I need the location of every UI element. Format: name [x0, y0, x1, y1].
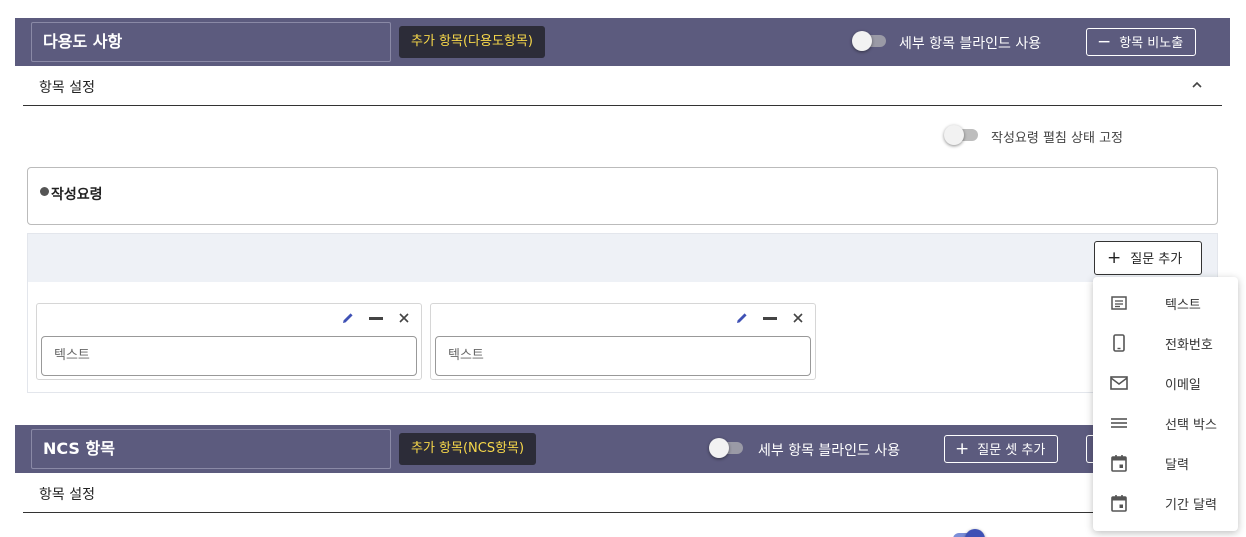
card-tools: [333, 309, 411, 329]
card-tools: [727, 309, 805, 329]
item-settings-label: 항목 설정: [39, 80, 95, 96]
section-tag-chip: 추가 항목(다용도항목): [399, 26, 545, 58]
calendar-icon: [1111, 455, 1127, 472]
item-settings-bar[interactable]: 항목 설정: [23, 473, 1222, 513]
list-icon: [1111, 418, 1127, 428]
menu-item-email[interactable]: 이메일: [1093, 363, 1238, 403]
writing-guide-title: 작성요령: [51, 187, 103, 203]
blind-toggle-label: 세부 항목 블라인드 사용: [899, 36, 1042, 52]
plus-icon: +: [955, 439, 970, 459]
guide-fix-label: 작성요령 펼침 상태 고정: [991, 131, 1123, 146]
menu-item-label: 선택 박스: [1165, 418, 1217, 433]
menu-item-period-calendar[interactable]: 기간 달력: [1093, 483, 1238, 523]
section-header-general: 다용도 사항 추가 항목(다용도항목) 세부 항목 블라인드 사용 − 항목 비노…: [15, 18, 1230, 66]
hide-item-button[interactable]: − 항목 비노출: [1086, 28, 1197, 56]
menu-item-select-box[interactable]: 선택 박스: [1093, 403, 1238, 443]
menu-item-label: 이메일: [1165, 378, 1201, 393]
question-card: 텍스트: [430, 303, 816, 380]
guide-fix-toggle[interactable]: [944, 125, 980, 145]
plus-icon: +: [1107, 248, 1122, 268]
menu-item-label: 기간 달력: [1165, 498, 1217, 513]
pencil-icon[interactable]: [341, 310, 355, 329]
hide-item-label: 항목 비노출: [1119, 36, 1184, 51]
menu-item-label: 전화번호: [1165, 338, 1213, 353]
section-tag-chip: 추가 항목(NCS항목): [399, 433, 537, 465]
blind-toggle[interactable]: [852, 31, 888, 51]
menu-item-label: 텍스트: [1165, 298, 1201, 313]
blind-toggle-label: 세부 항목 블라인드 사용: [758, 443, 901, 459]
menu-item-text[interactable]: 텍스트: [1093, 283, 1238, 323]
add-question-set-label: 질문 셋 추가: [977, 443, 1046, 458]
pencil-icon[interactable]: [735, 310, 749, 329]
add-question-set-button[interactable]: + 질문 셋 추가: [944, 435, 1059, 463]
minus-icon: −: [1097, 32, 1112, 52]
add-question-label: 질문 추가: [1130, 252, 1183, 267]
phone-icon: [1113, 334, 1125, 352]
question-type-menu: 텍스트 전화번호 이메일 선택 박스 달력 기간 달력: [1093, 277, 1238, 531]
text-icon: [1111, 296, 1127, 310]
question-card: 텍스트: [36, 303, 422, 380]
question-toolbar: [28, 234, 1217, 282]
close-icon[interactable]: [791, 310, 805, 329]
menu-item-label: 달력: [1165, 458, 1189, 473]
item-settings-label: 항목 설정: [39, 487, 95, 503]
close-icon[interactable]: [397, 310, 411, 329]
section-title-input[interactable]: 다용도 사항: [31, 22, 391, 62]
email-icon: [1110, 376, 1128, 390]
info-icon: [40, 187, 49, 196]
blind-toggle[interactable]: [709, 438, 745, 458]
guide-fix-toggle[interactable]: [949, 529, 985, 537]
minus-icon[interactable]: [368, 310, 384, 329]
item-settings-bar[interactable]: 항목 설정: [23, 66, 1222, 106]
page-root: 다용도 사항 추가 항목(다용도항목) 세부 항목 블라인드 사용 − 항목 비노…: [0, 0, 1246, 537]
writing-guide-box: 작성요령: [27, 167, 1218, 225]
question-text-field[interactable]: 텍스트: [41, 336, 417, 376]
section-title-input[interactable]: NCS 항목: [31, 429, 391, 469]
chevron-up-icon[interactable]: [1192, 80, 1202, 90]
menu-item-phone[interactable]: 전화번호: [1093, 323, 1238, 363]
minus-icon[interactable]: [762, 310, 778, 329]
calendar-range-icon: [1111, 495, 1127, 512]
question-text-field[interactable]: 텍스트: [435, 336, 811, 376]
add-question-button[interactable]: + 질문 추가: [1094, 241, 1202, 275]
menu-item-calendar[interactable]: 달력: [1093, 443, 1238, 483]
section-header-ncs: NCS 항목 추가 항목(NCS항목) 세부 항목 블라인드 사용 + 질문 셋 …: [15, 425, 1230, 473]
question-area: + 질문 추가 텍스트 텍스트: [27, 233, 1218, 393]
